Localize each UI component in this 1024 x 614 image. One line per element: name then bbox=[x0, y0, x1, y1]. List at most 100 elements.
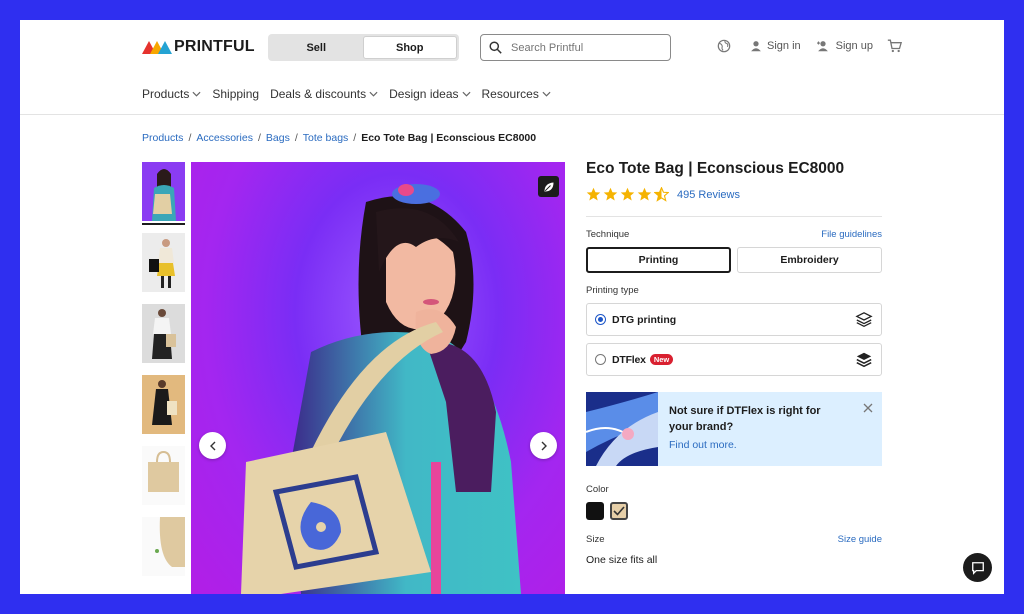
thumbnail-list bbox=[142, 162, 185, 588]
rating: 495 Reviews bbox=[586, 187, 882, 202]
radio-selected[interactable] bbox=[595, 314, 606, 325]
chevron-down-icon bbox=[192, 91, 201, 97]
breadcrumb-separator: / bbox=[257, 132, 261, 144]
close-icon[interactable] bbox=[863, 403, 873, 413]
tab-shop[interactable]: Shop bbox=[362, 36, 457, 59]
breadcrumb-separator: / bbox=[188, 132, 192, 144]
breadcrumb-current: Eco Tote Bag | Econscious EC8000 bbox=[361, 132, 537, 144]
nav-label: Design ideas bbox=[389, 87, 459, 101]
printing-type-label: Printing type bbox=[586, 285, 639, 296]
divider bbox=[586, 216, 882, 217]
previous-image-button[interactable] bbox=[199, 432, 226, 459]
sign-in-link[interactable]: Sign in bbox=[750, 40, 801, 52]
star-icon bbox=[637, 187, 652, 201]
breadcrumb-tote-bags[interactable]: Tote bags bbox=[303, 132, 349, 144]
star-icon bbox=[620, 187, 635, 201]
search-input[interactable] bbox=[511, 41, 651, 54]
technique-options: Printing Embroidery bbox=[586, 247, 882, 273]
thumbnail-1[interactable] bbox=[142, 162, 185, 225]
breadcrumb-products[interactable]: Products bbox=[142, 132, 183, 144]
leaf-icon bbox=[544, 182, 553, 191]
breadcrumb-separator: / bbox=[353, 132, 357, 144]
thumbnail-6[interactable] bbox=[142, 517, 185, 576]
nav-shipping[interactable]: Shipping bbox=[212, 87, 259, 101]
logo-mark-icon bbox=[142, 40, 172, 54]
thumbnail-3[interactable] bbox=[142, 304, 185, 363]
next-image-button[interactable] bbox=[530, 432, 557, 459]
size-label: Size bbox=[586, 534, 605, 545]
breadcrumb: Products / Accessories / Bags / Tote bag… bbox=[142, 132, 536, 144]
dtflex-promo-banner: Not sure if DTFlex is right for your bra… bbox=[586, 392, 882, 466]
thumbnail-4[interactable] bbox=[142, 375, 185, 434]
size-guide-link[interactable]: Size guide bbox=[838, 534, 882, 545]
sign-in-label: Sign in bbox=[767, 40, 801, 52]
file-guidelines-link[interactable]: File guidelines bbox=[821, 229, 882, 240]
size-value: One size fits all bbox=[586, 554, 658, 566]
chevron-left-icon bbox=[209, 441, 215, 450]
promo-text: Not sure if DTFlex is right for your bra… bbox=[658, 392, 844, 466]
add-user-icon bbox=[816, 41, 828, 52]
page: PRINTFUL Sell Shop Sign in Sign up bbox=[20, 20, 1004, 594]
user-icon bbox=[751, 41, 761, 52]
technique-label: Technique bbox=[586, 229, 630, 240]
swatch-natural[interactable] bbox=[610, 502, 628, 520]
sign-up-label: Sign up bbox=[835, 40, 873, 52]
dtflex-label: DTFlex bbox=[612, 353, 646, 366]
nav-design-ideas[interactable]: Design ideas bbox=[389, 87, 471, 101]
nav-resources[interactable]: Resources bbox=[482, 87, 551, 101]
stack-icon bbox=[856, 352, 872, 368]
thumbnail-5[interactable] bbox=[142, 446, 185, 505]
star-icon bbox=[586, 187, 601, 201]
site-header: PRINTFUL Sell Shop Sign in Sign up bbox=[20, 20, 1004, 115]
nav-deals[interactable]: Deals & discounts bbox=[270, 87, 378, 101]
new-badge: New bbox=[649, 354, 674, 365]
layers-icon bbox=[855, 312, 873, 328]
promo-image bbox=[586, 392, 658, 466]
chat-button[interactable] bbox=[963, 553, 992, 582]
dtg-printing-label: DTG printing bbox=[612, 313, 677, 326]
chevron-down-icon bbox=[461, 91, 471, 97]
technique-embroidery-button[interactable]: Embroidery bbox=[737, 247, 882, 273]
sign-up-link[interactable]: Sign up bbox=[815, 40, 873, 52]
printing-option-dtg[interactable]: DTG printing bbox=[586, 303, 882, 336]
thumbnail-2[interactable] bbox=[142, 233, 185, 292]
nav-label: Resources bbox=[481, 87, 539, 101]
printing-type-header: Printing type bbox=[586, 285, 882, 296]
nav-label: Shipping bbox=[212, 87, 260, 101]
product-details: Eco Tote Bag | Econscious EC8000 495 Rev… bbox=[586, 160, 882, 566]
printful-logo[interactable]: PRINTFUL bbox=[142, 37, 255, 57]
color-label: Color bbox=[586, 484, 609, 495]
chevron-down-icon bbox=[369, 91, 378, 97]
find-out-more-link[interactable]: Find out more. bbox=[669, 439, 844, 451]
breadcrumb-accessories[interactable]: Accessories bbox=[196, 132, 253, 144]
color-swatches bbox=[586, 502, 882, 520]
size-header: Size Size guide bbox=[586, 534, 882, 545]
eco-leaf-badge bbox=[538, 176, 559, 197]
logo-text: PRINTFUL bbox=[174, 38, 255, 55]
search-box[interactable] bbox=[480, 34, 671, 61]
nav-label: Deals & discounts bbox=[270, 87, 367, 101]
radio-unselected[interactable] bbox=[595, 354, 606, 365]
tab-sell[interactable]: Sell bbox=[270, 36, 363, 59]
star-icon bbox=[603, 187, 618, 201]
nav-products[interactable]: Products bbox=[142, 87, 201, 101]
nav-label: Products bbox=[142, 87, 190, 101]
chat-icon bbox=[971, 561, 984, 575]
product-main-image[interactable] bbox=[191, 162, 565, 594]
reviews-link[interactable]: 495 Reviews bbox=[677, 189, 740, 201]
cart-button[interactable] bbox=[887, 39, 907, 53]
product-title: Eco Tote Bag | Econscious EC8000 bbox=[586, 160, 845, 177]
language-button[interactable] bbox=[717, 39, 736, 53]
swatch-black[interactable] bbox=[586, 502, 604, 520]
cart-icon bbox=[887, 39, 902, 53]
technique-printing-button[interactable]: Printing bbox=[586, 247, 731, 273]
technique-header: Technique File guidelines bbox=[586, 229, 882, 240]
color-header: Color bbox=[586, 484, 882, 495]
printing-option-dtflex[interactable]: DTFlex New bbox=[586, 343, 882, 376]
main-nav: Products Shipping Deals & discounts Desi… bbox=[142, 87, 562, 101]
chevron-down-icon bbox=[542, 91, 551, 97]
header-actions: Sign in Sign up bbox=[717, 39, 921, 53]
chevron-right-icon bbox=[541, 441, 547, 450]
half-star-icon bbox=[654, 187, 669, 202]
breadcrumb-bags[interactable]: Bags bbox=[266, 132, 290, 144]
